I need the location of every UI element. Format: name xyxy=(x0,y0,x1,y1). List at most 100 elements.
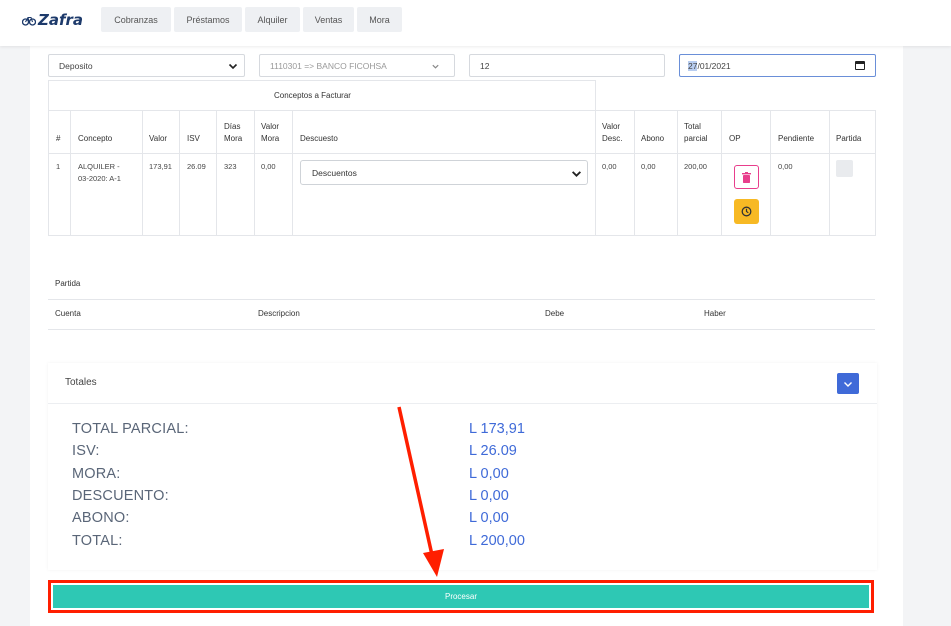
totals-card xyxy=(48,363,877,570)
table-header-border xyxy=(48,110,875,111)
bank-account-select[interactable]: 1110301 => BANCO FICOHSA xyxy=(259,54,455,77)
col-divider xyxy=(254,110,255,236)
process-button[interactable]: Procesar xyxy=(53,585,869,608)
bank-account-value: 1110301 => BANCO FICOHSA xyxy=(270,60,387,71)
partida-col-cuenta: Cuenta xyxy=(55,309,81,318)
partida-col-descripcion: Descripcion xyxy=(258,309,300,318)
table-bottom-border xyxy=(48,235,875,236)
partida-header-top xyxy=(48,299,875,300)
table-left-border xyxy=(48,80,49,236)
chevron-down-icon xyxy=(432,64,439,69)
row-valor: 173,91 xyxy=(149,162,172,171)
col-header-isv: ISV xyxy=(187,134,200,143)
descuento-label: DESCUENTO: xyxy=(72,488,169,504)
payment-method-select[interactable]: Deposito xyxy=(48,54,245,77)
row-abono: 0,00 xyxy=(641,162,656,171)
abono-label: ABONO: xyxy=(72,510,130,526)
isv-value: L 26.09 xyxy=(469,443,517,459)
col-header-valor-desc-line2: Desc. xyxy=(602,134,623,143)
col-divider xyxy=(70,110,71,236)
delete-row-button[interactable] xyxy=(734,165,759,189)
col-header-dias-mora-line2: Mora xyxy=(224,134,243,143)
total-parcial-label: TOTAL PARCIAL: xyxy=(72,421,189,437)
col-divider xyxy=(829,110,830,236)
col-header-abono: Abono xyxy=(641,134,665,143)
nav-tab-ventas[interactable]: Ventas xyxy=(303,7,354,32)
nav-tab-alquiler[interactable]: Alquiler xyxy=(245,7,300,32)
chevron-down-icon xyxy=(844,381,852,387)
col-header-descuesto: Descuesto xyxy=(300,134,338,143)
col-header-concepto: Concepto xyxy=(78,134,113,143)
schedule-row-button[interactable] xyxy=(734,199,759,224)
partida-header-bottom xyxy=(48,329,875,330)
brand-name: Zafra xyxy=(38,11,84,29)
date-input[interactable]: 27/01/2021 xyxy=(679,54,876,77)
col-header-valor-mora-line1: Valor xyxy=(261,122,280,131)
nav-tab-mora[interactable]: Mora xyxy=(357,7,402,32)
isv-label: ISV: xyxy=(72,443,100,459)
date-rest-segment: /01/2021 xyxy=(697,60,731,71)
process-button-label: Procesar xyxy=(444,592,477,601)
col-header-valor-mora-line2: Mora xyxy=(261,134,280,143)
mora-value: L 0,00 xyxy=(469,466,509,482)
total-label: TOTAL: xyxy=(72,533,123,549)
col-header-valor-desc-line1: Valor xyxy=(602,122,621,131)
col-divider xyxy=(179,110,180,236)
row-concepto-line2: 03-2020: A-1 xyxy=(78,174,121,183)
col-divider xyxy=(292,110,293,236)
table-col-divider xyxy=(595,80,596,236)
nav-tab-cobranzas[interactable]: Cobranzas xyxy=(101,7,171,32)
totals-collapse-button[interactable] xyxy=(837,373,859,394)
row-total-parcial: 200,00 xyxy=(684,162,707,171)
bicycle-icon xyxy=(22,16,36,26)
calendar-icon[interactable] xyxy=(855,61,865,70)
payment-method-value: Deposito xyxy=(59,60,93,71)
col-header-op: OP xyxy=(729,134,741,143)
partida-checkbox[interactable] xyxy=(836,160,853,177)
row-concepto-line1: ALQUILER - xyxy=(78,162,120,171)
col-divider xyxy=(142,110,143,236)
reference-input[interactable]: 12 xyxy=(469,54,665,77)
col-divider xyxy=(677,110,678,236)
row-dias-mora: 323 xyxy=(224,162,237,171)
row-num: 1 xyxy=(56,162,61,171)
totals-divider xyxy=(48,403,877,404)
row-valor-mora: 0,00 xyxy=(261,162,276,171)
col-divider xyxy=(770,110,771,236)
clock-icon xyxy=(741,206,752,217)
group-header-conceptos: Conceptos a Facturar xyxy=(274,91,351,100)
top-navbar: Zafra Cobranzas Préstamos Alquiler Venta… xyxy=(0,0,951,46)
totals-title: Totales xyxy=(65,377,97,388)
descuento-value: L 0,00 xyxy=(469,488,509,504)
partida-col-debe: Debe xyxy=(545,309,565,318)
col-divider xyxy=(216,110,217,236)
date-day-segment[interactable]: 27 xyxy=(688,60,698,71)
row-pendiente: 0,00 xyxy=(778,162,793,171)
discount-select-value: Descuentos xyxy=(312,167,357,178)
row-isv: 26.09 xyxy=(187,162,206,171)
col-divider xyxy=(634,110,635,236)
nav-tab-prestamos[interactable]: Préstamos xyxy=(174,7,242,32)
partida-title: Partida xyxy=(55,279,81,288)
col-header-num: # xyxy=(56,134,61,143)
col-header-pendiente: Pendiente xyxy=(778,134,815,143)
col-header-dias-mora-line1: Días xyxy=(224,122,241,131)
col-header-total-parcial-line1: Total xyxy=(684,122,701,131)
trash-icon xyxy=(742,171,751,183)
partida-col-haber: Haber xyxy=(704,309,726,318)
discount-select[interactable]: Descuentos xyxy=(300,160,588,185)
chevron-down-icon xyxy=(571,171,582,178)
mora-label: MORA: xyxy=(72,466,121,482)
reference-value: 12 xyxy=(480,60,490,71)
col-header-total-parcial-line2: parcial xyxy=(684,134,708,143)
chevron-down-icon xyxy=(228,63,238,70)
abono-value: L 0,00 xyxy=(469,510,509,526)
row-valor-desc: 0,00 xyxy=(602,162,617,171)
col-header-partida: Partida xyxy=(836,134,862,143)
table-header-bottom xyxy=(48,153,875,154)
table-right-border xyxy=(875,110,876,236)
table-top-border xyxy=(48,80,595,81)
brand-logo[interactable]: Zafra xyxy=(22,11,83,29)
total-parcial-value: L 173,91 xyxy=(469,421,525,437)
col-header-valor: Valor xyxy=(149,134,168,143)
